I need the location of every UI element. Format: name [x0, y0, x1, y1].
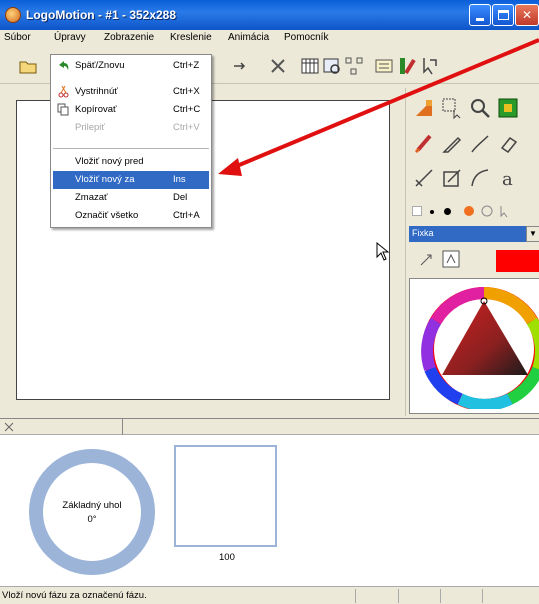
- menu-edit[interactable]: Úpravy: [54, 32, 86, 43]
- menu-help[interactable]: Pomocník: [284, 32, 328, 43]
- frame-thumbnail[interactable]: [174, 445, 277, 547]
- menu-item-insert-after[interactable]: Vložiť nový za Ins: [53, 171, 209, 189]
- open-folder-icon[interactable]: [18, 56, 38, 76]
- base-angle-label: Základný uhol: [62, 500, 122, 511]
- close-icon: ✕: [521, 8, 533, 22]
- select-tool-icon[interactable]: [420, 56, 440, 76]
- minimize-icon: [476, 18, 484, 21]
- menu-separator: [53, 148, 209, 149]
- window-title: LogoMotion - #1 - 352x288: [26, 8, 177, 22]
- size-medium-option[interactable]: [444, 208, 451, 215]
- color-picker-icon[interactable]: [442, 250, 460, 268]
- menu-item-select-all[interactable]: Označiť všetko Ctrl+A: [53, 207, 209, 225]
- current-color-swatch[interactable]: [496, 250, 539, 272]
- curve-tool-icon[interactable]: [468, 166, 492, 190]
- maximize-icon: [498, 10, 509, 20]
- pen-color-icon[interactable]: [398, 56, 418, 76]
- app-logo-icon: [5, 7, 21, 23]
- eraser-tool-icon[interactable]: [496, 132, 520, 156]
- preview-icon[interactable]: [322, 56, 342, 76]
- cut-icon: [58, 85, 69, 98]
- status-pane: [440, 589, 441, 603]
- size-small-option[interactable]: [430, 210, 434, 214]
- minimize-button[interactable]: [469, 4, 491, 26]
- menu-bar: Súbor Úpravy Zobrazenie Kreslenie Animác…: [0, 30, 539, 48]
- chevron-down-icon: ▼: [526, 226, 539, 242]
- brush-tool-icon[interactable]: [412, 132, 436, 156]
- pen-tool-icon[interactable]: [440, 132, 464, 156]
- menu-item-cut[interactable]: Vystrihnúť Ctrl+X: [53, 83, 209, 101]
- fill-tool-icon[interactable]: [412, 96, 436, 120]
- zoom-tool-icon[interactable]: [468, 96, 492, 120]
- brush-type-select[interactable]: Fixka ▼: [409, 226, 539, 242]
- status-pane: [355, 589, 356, 603]
- frame-number: 100: [219, 552, 235, 563]
- arrow-right-icon[interactable]: [230, 56, 250, 76]
- swap-colors-icon[interactable]: [418, 252, 434, 268]
- size-large-option[interactable]: [464, 206, 474, 216]
- line-tool-icon[interactable]: [412, 166, 436, 190]
- menu-item-undo[interactable]: Späť/Znovu Ctrl+Z: [53, 57, 209, 75]
- menu-animation[interactable]: Animácia: [228, 32, 269, 43]
- menu-view[interactable]: Zobrazenie: [104, 32, 154, 43]
- menu-draw[interactable]: Kreslenie: [170, 32, 212, 43]
- rect-pen-tool-icon[interactable]: [440, 166, 464, 190]
- maximize-button[interactable]: [492, 4, 514, 26]
- base-angle-ring[interactable]: [28, 448, 156, 576]
- text-tool-icon[interactable]: a: [496, 166, 520, 190]
- edit-menu-dropdown: Späť/Znovu Ctrl+Z Vystrihnúť Ctrl+X Kopí…: [50, 54, 212, 228]
- size-none-option[interactable]: [412, 206, 422, 216]
- selection-tool-icon[interactable]: [440, 96, 464, 120]
- close-button[interactable]: ✕: [515, 4, 539, 26]
- spray-icon[interactable]: [480, 204, 494, 218]
- frames-icon[interactable]: [300, 56, 320, 76]
- delete-x-icon[interactable]: [268, 56, 288, 76]
- frame-tool-icon[interactable]: [496, 96, 520, 120]
- color-wheel-panel[interactable]: [409, 278, 539, 414]
- pencil-tool-icon[interactable]: [468, 132, 492, 156]
- layer-icon[interactable]: [374, 56, 394, 76]
- menu-item-insert-before[interactable]: Vložiť nový pred: [53, 153, 209, 171]
- color-wheel[interactable]: [420, 285, 539, 409]
- status-pane: [398, 589, 399, 603]
- menu-item-copy[interactable]: Kopírovať Ctrl+C: [53, 101, 209, 119]
- pointer-small-icon[interactable]: [498, 204, 512, 218]
- tools-panel: a Fixka ▼: [405, 88, 539, 416]
- svg-text:a: a: [502, 169, 513, 190]
- status-text: Vloží novú fázu za označenú fázu.: [2, 590, 147, 601]
- menu-item-delete[interactable]: Zmazať Del: [53, 189, 209, 207]
- timeline-divider: [122, 419, 123, 435]
- base-angle-value: 0°: [87, 514, 97, 525]
- brush-type-value: Fixka: [412, 228, 434, 238]
- timeline-header: [0, 419, 539, 435]
- menu-file[interactable]: Súbor: [4, 32, 31, 43]
- status-pane: [482, 589, 483, 603]
- undo-icon: [59, 61, 69, 70]
- copy-icon: [57, 103, 69, 116]
- menu-item-paste[interactable]: Prilepiť Ctrl+V: [53, 119, 209, 137]
- mouse-cursor-icon: [376, 242, 390, 261]
- timeline-close-icon[interactable]: [4, 422, 14, 432]
- title-bar: LogoMotion - #1 - 352x288 ✕: [0, 0, 539, 30]
- nodes-icon[interactable]: [344, 56, 364, 76]
- status-bar: Vloží novú fázu za označenú fázu.: [0, 586, 539, 604]
